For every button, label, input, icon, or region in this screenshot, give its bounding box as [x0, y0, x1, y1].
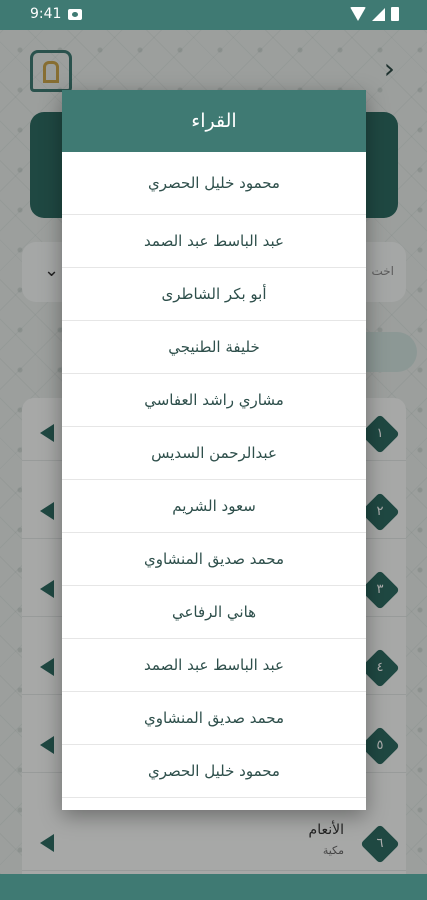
- reciter-item[interactable]: محمد صديق المنشاوي: [62, 533, 366, 586]
- message-icon: [68, 9, 82, 20]
- reciter-item[interactable]: عبد الباسط عبد الصمد: [62, 639, 366, 692]
- reciter-item[interactable]: محمد صديق المنشاوي: [62, 692, 366, 745]
- reciter-item[interactable]: محمود خليل الحصري: [62, 152, 366, 215]
- reciter-item[interactable]: عبد الباسط عبد الصمد: [62, 215, 366, 268]
- status-time: 9:41: [30, 6, 62, 22]
- dialog-title: القراء: [62, 90, 366, 152]
- reciter-item[interactable]: هاني الرفاعي: [62, 586, 366, 639]
- navigation-bar: [0, 874, 427, 900]
- status-bar: 9:41: [0, 0, 427, 30]
- reciter-item[interactable]: محمود خليل الحصري: [62, 745, 366, 798]
- reciter-item[interactable]: عبدالرحمن السديس: [62, 427, 366, 480]
- reciter-item[interactable]: سعود الشريم: [62, 480, 366, 533]
- reciter-item[interactable]: أبو بكر الشاطرى: [62, 268, 366, 321]
- wifi-icon: [350, 7, 366, 21]
- reciter-list: محمود خليل الحصري عبد الباسط عبد الصمد أ…: [62, 152, 366, 798]
- reciter-item[interactable]: مشاري راشد العفاسي: [62, 374, 366, 427]
- signal-icon: [372, 7, 385, 21]
- reciters-dialog: القراء محمود خليل الحصري عبد الباسط عبد …: [62, 90, 366, 810]
- battery-icon: [391, 7, 399, 21]
- status-icons: [350, 7, 399, 21]
- reciter-item[interactable]: خليفة الطنيجي: [62, 321, 366, 374]
